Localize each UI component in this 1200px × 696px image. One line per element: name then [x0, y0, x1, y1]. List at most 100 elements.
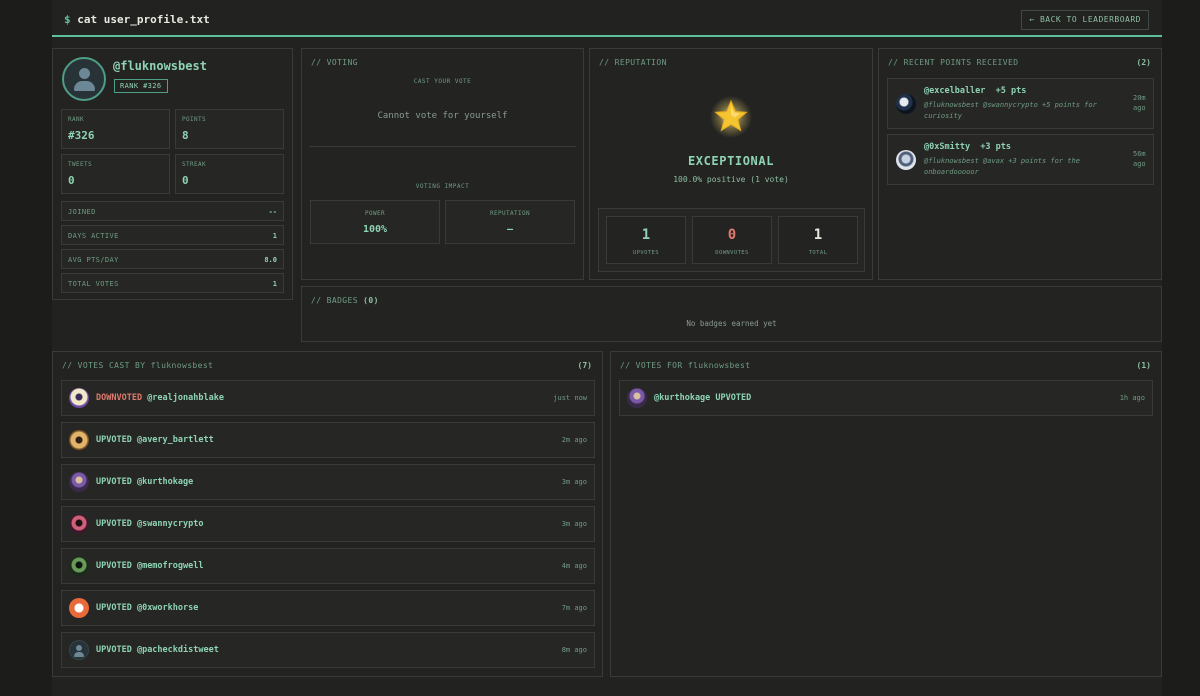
vote-row[interactable]: UPVOTED @swannycrypto 3m ago — [61, 506, 595, 542]
panel-title: // REPUTATION — [599, 58, 667, 67]
stat-value: 0 — [182, 174, 189, 187]
avatar — [69, 640, 89, 660]
avatar — [69, 472, 89, 492]
vote-direction: UPVOTED — [96, 477, 132, 487]
vote-direction: UPVOTED — [96, 435, 132, 445]
votes-cast-panel: // VOTES CAST BY fluknowsbest (7) DOWNVO… — [52, 351, 603, 677]
rep-stat-label: TOTAL — [808, 250, 828, 256]
point-amount: +5 pts — [995, 86, 1027, 96]
point-message: @fluknowsbest @avax +3 points for the on… — [924, 157, 1080, 176]
point-time: 20m ago — [1133, 94, 1146, 112]
vote-target[interactable]: @swannycrypto — [137, 519, 204, 529]
stat-value: 8 — [182, 129, 189, 142]
vote-row[interactable]: UPVOTED @memofrogwell 4m ago — [61, 548, 595, 584]
vote-direction: UPVOTED — [96, 603, 132, 613]
vote-target[interactable]: @realjonahblake — [147, 393, 224, 403]
stat-label: STREAK — [182, 161, 207, 168]
stat-rank: RANK #326 — [61, 109, 170, 149]
stat-label: TWEETS — [68, 161, 93, 168]
vote-row[interactable]: UPVOTED @kurthokage 3m ago — [61, 464, 595, 500]
star-icon — [710, 96, 752, 138]
badges-empty-message: No badges earned yet — [686, 319, 777, 328]
point-user[interactable]: @excelballer — [924, 86, 985, 96]
profile-handle: @fluknowsbest — [113, 59, 207, 73]
vote-row[interactable]: UPVOTED @avery_bartlett 2m ago — [61, 422, 595, 458]
vote-target[interactable]: @0xworkhorse — [137, 603, 198, 613]
reputation-panel: // REPUTATION EXCEPTIONAL 100.0% positiv… — [589, 48, 873, 280]
reputation-level: EXCEPTIONAL — [687, 154, 775, 168]
vote-direction: UPVOTED — [96, 645, 132, 655]
stat-label: RANK — [68, 116, 85, 123]
cast-vote-caption: CAST YOUR VOTE — [413, 78, 472, 85]
info-value: 1 — [272, 232, 277, 240]
info-total-votes: TOTAL VOTES 1 — [61, 273, 284, 293]
info-label: AVG PTS/DAY — [68, 256, 119, 264]
vote-row[interactable]: UPVOTED @pacheckdistweet 8m ago — [61, 632, 595, 668]
voting-panel: // VOTING CAST YOUR VOTE Cannot vote for… — [301, 48, 584, 280]
info-value: -- — [268, 208, 277, 216]
cannot-vote-message: Cannot vote for yourself — [377, 111, 508, 121]
vote-target[interactable]: @memofrogwell — [137, 561, 204, 571]
vote-time: 1h ago — [1119, 394, 1145, 402]
vote-target[interactable]: @kurthokage — [137, 477, 193, 487]
point-message: @fluknowsbest @swannycrypto +5 points fo… — [924, 101, 1097, 120]
impact-label: POWER — [364, 210, 386, 217]
top-bar: $ cat user_profile.txt ← BACK TO LEADERB… — [52, 4, 1162, 37]
vote-direction: UPVOTED — [96, 519, 132, 529]
votes-for-panel: // VOTES FOR fluknowsbest (1) @kurthokag… — [610, 351, 1162, 677]
panel-title: // RECENT POINTS RECEIVED — [888, 58, 1019, 67]
vote-voter[interactable]: @kurthokage — [654, 393, 710, 403]
prompt-symbol: $ — [64, 13, 71, 26]
vote-row[interactable]: DOWNVOTED @realjonahblake just now — [61, 380, 595, 416]
back-to-leaderboard-button[interactable]: ← BACK TO LEADERBOARD — [1021, 10, 1149, 30]
rep-stat-label: DOWNVOTES — [715, 250, 749, 256]
avatar — [896, 94, 916, 114]
avatar — [69, 388, 89, 408]
vote-row[interactable]: UPVOTED @0xworkhorse 7m ago — [61, 590, 595, 626]
avatar — [69, 556, 89, 576]
point-card[interactable]: @excelballer +5 pts @fluknowsbest @swann… — [887, 78, 1154, 129]
vote-time: 8m ago — [561, 646, 587, 654]
panel-count: (1) — [1136, 361, 1151, 370]
point-time: 56m ago — [1133, 150, 1146, 168]
info-value: 1 — [272, 280, 277, 288]
rep-stat-upvotes: 1 UPVOTES — [606, 216, 686, 264]
panel-count: (0) — [363, 296, 379, 305]
rep-stat-number: 1 — [813, 227, 823, 243]
stat-value: #326 — [68, 129, 95, 142]
vote-target[interactable]: @avery_bartlett — [137, 435, 214, 445]
vote-row[interactable]: @kurthokage UPVOTED 1h ago — [619, 380, 1153, 416]
panel-title: // VOTES CAST BY fluknowsbest — [62, 361, 214, 370]
badges-panel: // BADGES (0) No badges earned yet — [301, 286, 1162, 342]
avatar — [69, 598, 89, 618]
divider — [309, 146, 576, 147]
avatar — [69, 430, 89, 450]
vote-time: 2m ago — [561, 436, 587, 444]
vote-time: just now — [553, 394, 587, 402]
avatar — [69, 514, 89, 534]
point-user[interactable]: @0xSmitty — [924, 142, 970, 152]
vote-direction: UPVOTED — [96, 561, 132, 571]
info-label: DAYS ACTIVE — [68, 232, 119, 240]
panel-title: // BADGES (0) — [311, 296, 379, 305]
impact-power: POWER 100% — [310, 200, 440, 244]
avatar — [896, 150, 916, 170]
point-amount: +3 pts — [980, 142, 1012, 152]
rep-stat-downvotes: 0 DOWNVOTES — [692, 216, 772, 264]
stat-points: POINTS 8 — [175, 109, 284, 149]
impact-label: REPUTATION — [489, 210, 531, 217]
reputation-stats: 1 UPVOTES 0 DOWNVOTES 1 TOTAL — [598, 208, 865, 272]
vote-target[interactable]: @pacheckdistweet — [137, 645, 219, 655]
impact-value: — — [506, 224, 514, 235]
rank-badge: RANK #326 — [114, 79, 168, 93]
stat-value: 0 — [68, 174, 75, 187]
point-card[interactable]: @0xSmitty +3 pts @fluknowsbest @avax +3 … — [887, 134, 1154, 185]
impact-value: 100% — [362, 224, 388, 235]
voting-impact-caption: VOTING IMPACT — [415, 183, 470, 190]
impact-reputation: REPUTATION — — [445, 200, 575, 244]
vote-time: 7m ago — [561, 604, 587, 612]
panel-title: // VOTES FOR fluknowsbest — [620, 361, 751, 370]
profile-panel: @fluknowsbest RANK #326 RANK #326 POINTS… — [52, 48, 293, 300]
stat-tweets: TWEETS 0 — [61, 154, 170, 194]
terminal-prompt: $ cat user_profile.txt — [64, 13, 210, 26]
